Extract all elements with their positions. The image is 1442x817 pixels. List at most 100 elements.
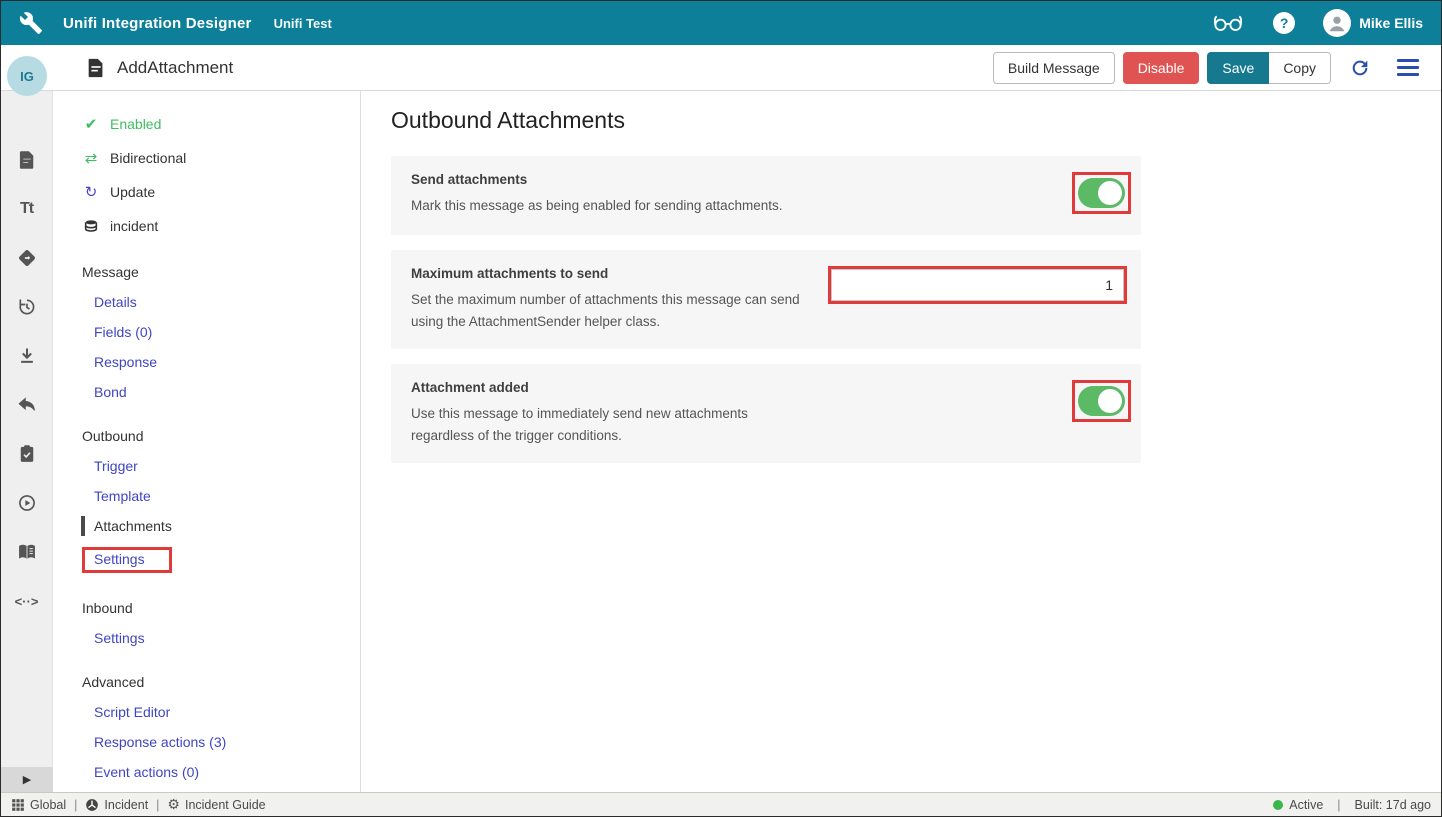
text-format-icon[interactable]: Tt [16, 198, 38, 220]
send-attachments-toggle[interactable] [1078, 178, 1125, 208]
disable-button[interactable]: Disable [1123, 52, 1200, 84]
nav-item-bond[interactable]: Bond [82, 377, 360, 407]
status-order: ↻ Update [82, 175, 360, 209]
history-icon[interactable] [16, 296, 38, 318]
message-document-icon [85, 57, 107, 79]
toggle-knob [1098, 389, 1122, 413]
nav-section-inbound: Inbound [82, 593, 360, 623]
status-enabled: ✔ Enabled [82, 107, 360, 141]
setting-description: Use this message to immediately send new… [411, 403, 811, 447]
nav-section-advanced: Advanced [82, 667, 360, 697]
run-icon[interactable] [16, 492, 38, 514]
copy-button[interactable]: Copy [1269, 52, 1331, 84]
separator: | [74, 798, 77, 812]
setting-description: Mark this message as being enabled for s… [411, 195, 831, 217]
setting-card-send-attachments: Send attachments Mark this message as be… [391, 156, 1141, 235]
bidirectional-icon: ⇄ [82, 149, 100, 167]
setting-title: Send attachments [411, 172, 1052, 187]
check-icon: ✔ [82, 115, 100, 133]
status-direction: ⇄ Bidirectional [82, 141, 360, 175]
build-message-button[interactable]: Build Message [993, 52, 1115, 84]
wrench-icon [19, 11, 43, 35]
active-status-label: Active [1289, 798, 1323, 812]
integration-label: Incident Guide [185, 798, 266, 812]
annotation-box-max-attachments [828, 266, 1127, 304]
process-selector[interactable]: Incident [85, 798, 148, 812]
environment-name: Unifi Test [274, 16, 332, 31]
status-bar: Global | Incident | ⚙ Incident Guide Act… [1, 792, 1441, 816]
annotation-box-attachment-added [1072, 380, 1131, 422]
grid-icon [11, 798, 25, 812]
nav-item-script-editor[interactable]: Script Editor [82, 697, 360, 727]
app-window: Unifi Integration Designer Unifi Test ? … [0, 0, 1442, 817]
integration-avatar[interactable]: IG [7, 56, 47, 96]
database-icon [82, 217, 100, 234]
glasses-icon[interactable] [1213, 13, 1243, 33]
save-button[interactable]: Save [1207, 52, 1269, 84]
expand-arrow-icon: ▶ [23, 773, 31, 786]
scope-label: Global [30, 798, 66, 812]
user-name: Mike Ellis [1359, 15, 1423, 31]
nav-item-response-actions[interactable]: Response actions (3) [82, 727, 360, 757]
process-label: Incident [104, 798, 148, 812]
content-heading: Outbound Attachments [391, 107, 1441, 134]
setting-title: Attachment added [411, 380, 1052, 395]
icon-rail: IG Tt <··> ▶ [1, 91, 53, 792]
update-icon: ↻ [82, 183, 100, 201]
directions-icon[interactable] [16, 247, 38, 269]
nav-item-fields[interactable]: Fields (0) [82, 317, 360, 347]
status-table: incident [82, 209, 360, 243]
page-title: AddAttachment [117, 58, 233, 78]
menu-icon[interactable] [1397, 59, 1419, 76]
nav-item-response[interactable]: Response [82, 347, 360, 377]
app-title: Unifi Integration Designer [63, 15, 252, 32]
active-status-dot [1273, 800, 1283, 810]
setting-title: Maximum attachments to send [411, 266, 808, 281]
help-icon[interactable]: ? [1273, 12, 1295, 34]
toggle-knob [1098, 181, 1122, 205]
download-icon[interactable] [16, 345, 38, 367]
message-nav-panel: ✔ Enabled ⇄ Bidirectional ↻ Update incid… [53, 91, 361, 792]
separator: | [1337, 798, 1340, 812]
nav-item-event-actions[interactable]: Event actions (0) [82, 757, 360, 787]
separator: | [156, 798, 159, 812]
user-menu[interactable]: Mike Ellis [1323, 9, 1423, 37]
refresh-icon[interactable] [1349, 57, 1371, 79]
integration-selector[interactable]: ⚙ Incident Guide [167, 796, 265, 813]
gear-icon: ⚙ [167, 796, 180, 813]
nav-item-inbound-settings[interactable]: Settings [82, 623, 360, 653]
nav-item-details[interactable]: Details [82, 287, 360, 317]
nav-section-outbound: Outbound [82, 421, 360, 451]
annotation-box-settings: Settings [82, 547, 172, 573]
nav-item-outbound-settings-label[interactable]: Settings [94, 551, 145, 567]
max-attachments-input[interactable] [831, 269, 1124, 301]
help-glyph: ? [1280, 15, 1289, 31]
incident-icon [85, 798, 99, 812]
scope-selector[interactable]: Global [11, 798, 66, 812]
user-avatar [1323, 9, 1351, 37]
nav-section-message: Message [82, 257, 360, 287]
main-content: Outbound Attachments Send attachments Ma… [361, 91, 1441, 792]
rail-expand-button[interactable]: ▶ [1, 767, 53, 792]
nav-item-outbound-settings[interactable]: Settings [82, 541, 360, 579]
status-direction-label: Bidirectional [110, 150, 186, 166]
tasks-icon[interactable] [16, 443, 38, 465]
status-order-label: Update [110, 184, 155, 200]
annotation-box-send-attachments [1072, 172, 1131, 214]
documentation-icon[interactable] [16, 541, 38, 563]
nav-item-outbound-template[interactable]: Template [82, 481, 360, 511]
status-table-label: incident [110, 218, 158, 234]
setting-card-max-attachments: Maximum attachments to send Set the maxi… [391, 250, 1141, 349]
attachment-added-toggle[interactable] [1078, 386, 1125, 416]
reply-icon[interactable] [16, 394, 38, 416]
top-navbar: Unifi Integration Designer Unifi Test ? … [1, 1, 1441, 45]
messages-icon[interactable] [16, 149, 38, 171]
setting-card-attachment-added: Attachment added Use this message to imm… [391, 364, 1141, 463]
built-label: Built: 17d ago [1355, 798, 1431, 812]
document-header: AddAttachment Build Message Disable Save… [1, 45, 1441, 91]
code-icon[interactable]: <··> [16, 590, 38, 612]
setting-description: Set the maximum number of attachments th… [411, 289, 808, 333]
nav-item-outbound-trigger[interactable]: Trigger [82, 451, 360, 481]
nav-item-outbound-attachments[interactable]: Attachments [82, 511, 360, 541]
status-enabled-label: Enabled [110, 116, 161, 132]
